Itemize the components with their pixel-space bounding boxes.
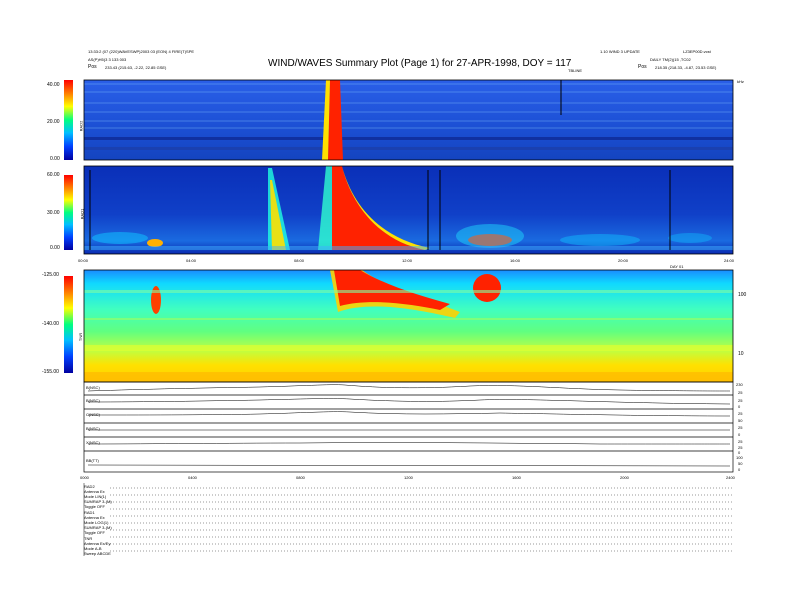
mag-right-tick-5: 50 (738, 418, 743, 423)
rad1-tick-bottom: 0.00 (50, 245, 60, 251)
lower-time-tick-4: 1600 (512, 475, 521, 480)
tnr-spectrogram (84, 270, 733, 382)
upper-time-marker: DAY 01 (670, 264, 684, 269)
footer-row-9: Toggle OFF (84, 530, 105, 535)
mag-label-2: B(NSC) (86, 398, 100, 403)
mag-right-tick-2: 25 (738, 398, 743, 403)
rad1-tick-mid: 30.00 (47, 210, 60, 216)
rad2-tick-top: 40.00 (47, 82, 60, 88)
upper-time-tick-0: 00:00 (78, 258, 89, 263)
rad1-tick-top: 60.00 (47, 172, 60, 178)
mag-label-4: B(NSC) (86, 426, 100, 431)
mag-right-tick-12: 50 (738, 461, 743, 466)
footer-row-4: Toggle OFF (84, 504, 105, 509)
lower-time-tick-6: 2400 (726, 475, 735, 480)
lower-time-tick-0: 0000 (80, 475, 89, 480)
rad2-dark-band (84, 137, 733, 140)
lower-time-tick-1: 0400 (188, 475, 197, 480)
rad1-colorbar (64, 175, 73, 250)
tnr-colorbar (64, 276, 73, 373)
rad2-dark-band-2 (84, 147, 733, 150)
tnr-label: TNR (78, 332, 84, 342)
tnr-right-tick-10: 10 (738, 351, 744, 357)
tnr-tick-bottom: -155.00 (42, 369, 59, 375)
lower-time-tick-5: 2000 (620, 475, 629, 480)
tnr-tick-top: -125.00 (42, 272, 59, 278)
mag-right-tick-3: 0 (738, 404, 741, 409)
upper-time-tick-3: 12:00 (402, 258, 413, 263)
mag-label-6: BB(TT) (86, 458, 99, 463)
mag-traces (87, 384, 731, 467)
footer-dotted-lines (110, 487, 733, 552)
upper-time-tick-4: 16:00 (510, 258, 521, 263)
mag-panels (83, 381, 734, 473)
lower-time-tick-3: 1200 (404, 475, 413, 480)
upper-time-tick-6: 24:00 (724, 258, 735, 263)
rad2-label: RAD2 (78, 120, 84, 132)
rad2-right-tick: kHz (737, 79, 744, 84)
mag-right-tick-6: 25 (738, 425, 743, 430)
rad2-colorbar (64, 80, 73, 160)
mag-label-5: X(NSC) (86, 440, 100, 445)
tnr-right-tick-100: 100 (738, 292, 747, 298)
mag-label-3: C(NSC) (86, 412, 100, 417)
mag-right-tick-8: 25 (738, 439, 743, 444)
mag-right-tick-4: 25 (738, 411, 743, 416)
mag-right-tick-1: 25 (738, 390, 743, 395)
upper-time-tick-2: 08:00 (294, 258, 305, 263)
rad2-tick-mid: 20.00 (47, 119, 60, 125)
mag-right-tick-13: 0 (738, 467, 741, 472)
footer-row-13: Sweep ABCDE (84, 551, 111, 556)
rad2-tick-bottom: 0.00 (50, 156, 60, 162)
mag-label-1: B(NSC) (86, 385, 100, 390)
summary-plot (64, 79, 734, 556)
tnr-tick-mid: -140.00 (42, 321, 59, 327)
rad1-label: RAD1 (79, 208, 85, 220)
lower-time-tick-2: 0800 (296, 475, 305, 480)
mag-right-tick-7: 0 (738, 432, 741, 437)
mag-right-tick-11: 100 (736, 455, 743, 460)
upper-time-tick-1: 04:00 (186, 258, 197, 263)
upper-time-tick-5: 20:00 (618, 258, 629, 263)
mag-right-tick-0: 230 (736, 382, 743, 387)
